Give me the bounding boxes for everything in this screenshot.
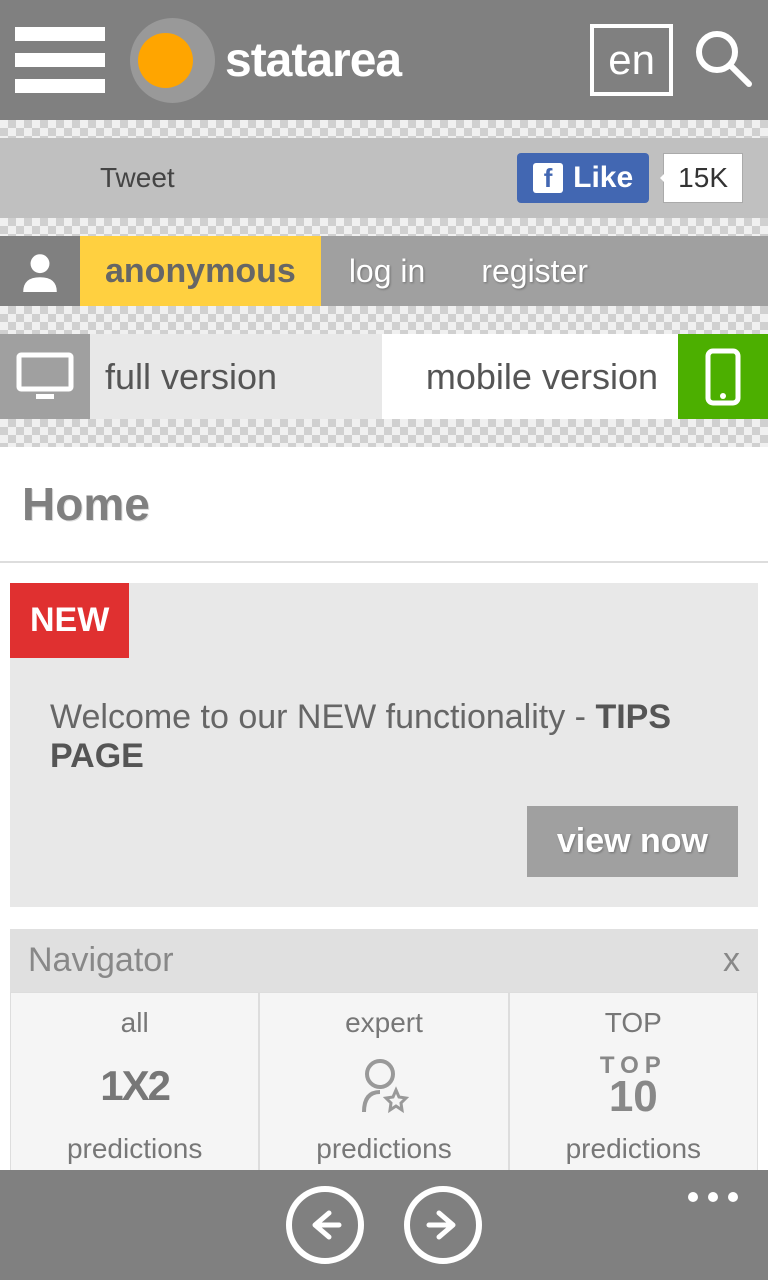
new-badge: NEW [10, 583, 129, 658]
more-menu-icon[interactable] [688, 1192, 738, 1202]
nav-cell-bottom: predictions [11, 1133, 258, 1165]
banner-text: Welcome to our NEW functionality - TIPS … [10, 658, 758, 806]
search-icon[interactable] [693, 28, 753, 93]
back-button[interactable] [286, 1186, 364, 1264]
top10-icon: TOP10 [600, 1055, 667, 1116]
page-title: Home [0, 447, 768, 561]
divider-pattern [0, 120, 768, 138]
nav-all-predictions[interactable]: all 1X2 predictions [10, 992, 259, 1182]
user-status: anonymous [80, 236, 321, 306]
view-now-button[interactable]: view now [527, 806, 738, 877]
forward-button[interactable] [404, 1186, 482, 1264]
divider-pattern [0, 306, 768, 334]
tweet-button[interactable]: Tweet [100, 162, 175, 194]
nav-cell-bottom: predictions [260, 1133, 507, 1165]
nav-top-predictions[interactable]: TOP TOP10 predictions [509, 992, 758, 1182]
nav-expert-predictions[interactable]: expert predictions [259, 992, 508, 1182]
login-link[interactable]: log in [321, 236, 454, 306]
brand-logo[interactable]: statarea [130, 18, 401, 103]
mobile-icon [678, 334, 768, 419]
user-bar: anonymous log in register [0, 236, 768, 306]
logo-circle-icon [130, 18, 215, 103]
navigator-header: Navigator x [10, 929, 758, 992]
nav-cell-top: expert [260, 1007, 507, 1039]
facebook-like-widget: f Like 15K [517, 153, 743, 203]
divider-pattern [0, 218, 768, 236]
navigator-close-button[interactable]: x [723, 941, 740, 980]
brand-name: statarea [225, 33, 401, 88]
mobile-version-link[interactable]: mobile version [382, 334, 679, 419]
bottom-nav-bar [0, 1170, 768, 1280]
divider-pattern [0, 419, 768, 447]
banner-text-prefix: Welcome to our NEW functionality - [50, 698, 595, 736]
version-bar: full version mobile version [0, 334, 768, 419]
nav-cell-top: TOP [510, 1007, 757, 1039]
nav-cell-bottom: predictions [510, 1133, 757, 1165]
navigator-title: Navigator [28, 941, 174, 980]
user-avatar-icon [0, 236, 80, 306]
header: statarea en [0, 0, 768, 120]
1x2-icon: 1X2 [100, 1062, 169, 1110]
facebook-like-label: Like [573, 161, 633, 195]
desktop-icon [0, 334, 90, 419]
expert-star-icon [260, 1047, 507, 1125]
facebook-like-count: 15K [663, 153, 743, 203]
social-bar: Tweet f Like 15K [0, 138, 768, 218]
nav-cell-top: all [11, 1007, 258, 1039]
promo-banner: NEW Welcome to our NEW functionality - T… [10, 583, 758, 907]
language-selector[interactable]: en [590, 24, 673, 96]
full-version-link[interactable]: full version [90, 334, 382, 419]
facebook-icon: f [533, 163, 563, 193]
register-link[interactable]: register [453, 236, 616, 306]
facebook-like-button[interactable]: f Like [517, 153, 649, 203]
hamburger-menu-icon[interactable] [15, 27, 105, 93]
divider [0, 561, 768, 563]
